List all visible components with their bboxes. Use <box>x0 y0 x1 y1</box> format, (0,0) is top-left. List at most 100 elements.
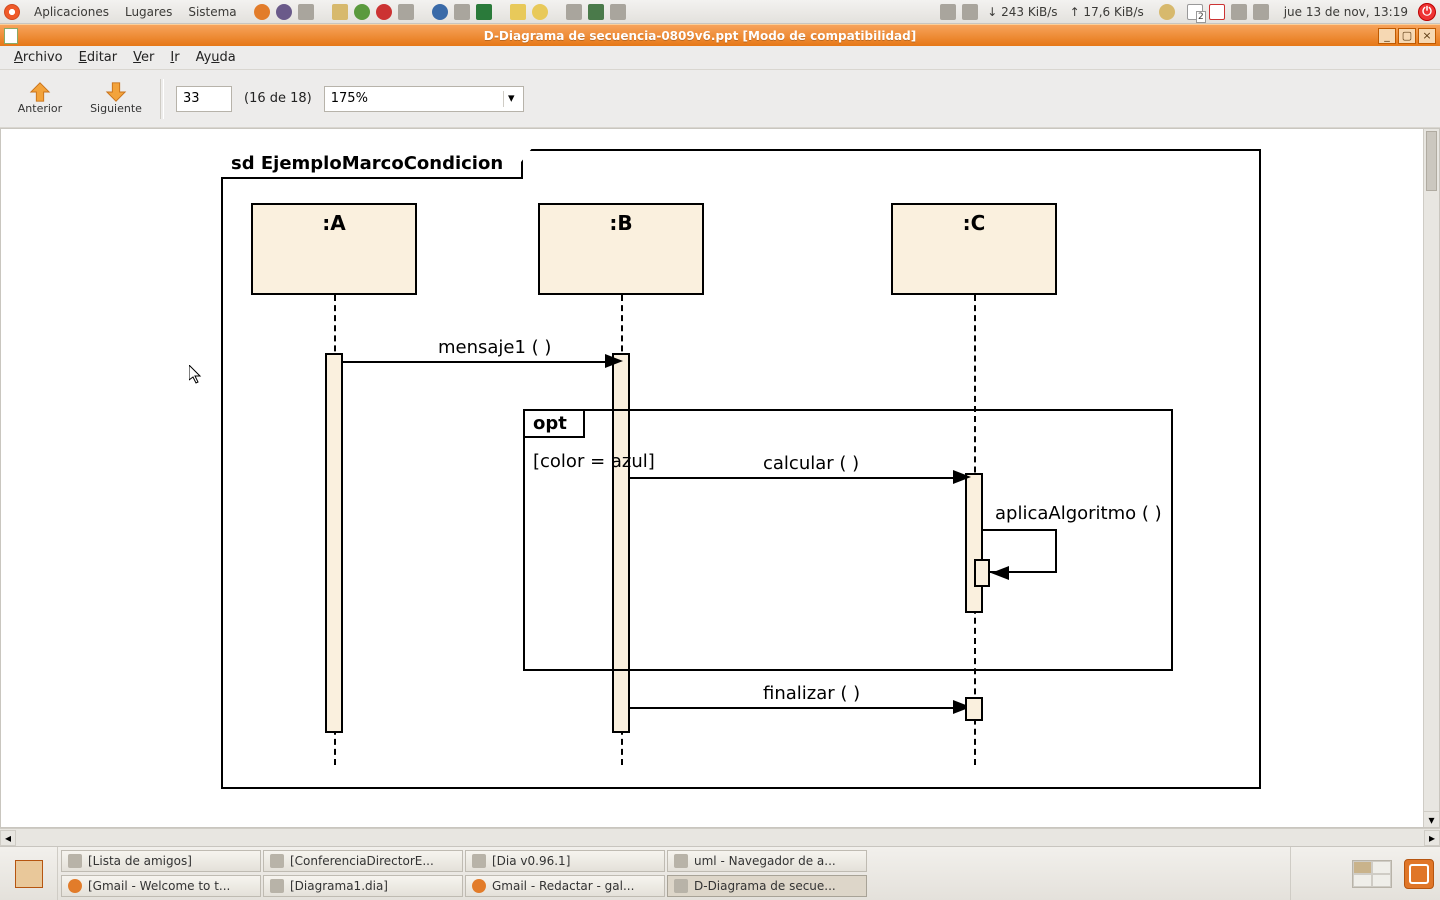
task-conferencia[interactable]: [ConferenciaDirectorE... <box>263 850 463 872</box>
calendar-icon[interactable] <box>398 4 414 20</box>
clock-label[interactable]: jue 13 de nov, 13:19 <box>1284 5 1408 19</box>
arrow-calcular <box>630 477 960 479</box>
firefox-icon <box>68 879 82 893</box>
workspace-switcher[interactable] <box>1352 860 1392 888</box>
taskbar: [Lista de amigos] [ConferenciaDirectorE.… <box>58 847 1290 900</box>
cpu-icon[interactable] <box>566 4 582 20</box>
screen-icon[interactable] <box>1231 4 1247 20</box>
minimize-button[interactable]: _ <box>1378 28 1396 44</box>
frame-label: sd EjemploMarcoCondicion <box>221 149 523 179</box>
system-menu[interactable]: Sistema <box>180 5 244 19</box>
menu-editar[interactable]: Editar <box>71 50 126 65</box>
scroll-right-icon[interactable]: ▸ <box>1424 830 1440 846</box>
volume-icon[interactable] <box>1253 4 1269 20</box>
prev-label: Anterior <box>18 102 62 115</box>
net-up-label: ↑ 17,6 KiB/s <box>1070 5 1144 19</box>
mail-icon[interactable]: 2 <box>1187 4 1203 20</box>
lifeline-c: :C <box>891 203 1057 295</box>
note-icon[interactable] <box>510 4 526 20</box>
power-icon[interactable]: ⏻ <box>1418 3 1436 21</box>
zoom-select[interactable]: 175% ▾ <box>324 86 524 112</box>
gnome-top-panel: Aplicaciones Lugares Sistema ↓ 243 KiB/s… <box>0 0 1440 24</box>
disk-icon[interactable] <box>610 4 626 20</box>
menu-ayuda[interactable]: Ayuda <box>188 50 244 65</box>
prev-button[interactable]: Anterior <box>8 82 72 115</box>
menu-ver[interactable]: Ver <box>125 50 162 65</box>
lifeline-b: :B <box>538 203 704 295</box>
label-mensaje1: mensaje1 ( ) <box>438 337 551 358</box>
label-aplica: aplicaAlgoritmo ( ) <box>995 503 1162 524</box>
lifeline-a: :A <box>251 203 417 295</box>
dia-icon <box>270 879 284 893</box>
trash-icon[interactable] <box>1404 859 1434 889</box>
chevron-down-icon: ▾ <box>503 91 519 107</box>
arrowhead-calcular <box>953 470 971 484</box>
toolbar-separator <box>160 79 164 119</box>
nav-toolbar: Anterior Siguiente (16 de 18) 175% ▾ <box>0 70 1440 128</box>
opt-label: opt <box>523 409 585 438</box>
browser-icon[interactable] <box>432 4 448 20</box>
next-label: Siguiente <box>90 102 142 115</box>
activation-c-nested <box>974 559 990 587</box>
presentation-icon <box>674 879 688 893</box>
clock-applet-icon[interactable] <box>532 4 548 20</box>
arrow-finalizar <box>630 707 960 709</box>
page-number-input[interactable] <box>176 86 232 112</box>
arrowhead-self <box>991 566 1009 580</box>
document-canvas[interactable]: ▾ sd EjemploMarcoCondicion :A :B :C mens… <box>0 128 1440 828</box>
task-lista-amigos[interactable]: [Lista de amigos] <box>61 850 261 872</box>
close-button[interactable]: × <box>1418 28 1436 44</box>
sequence-diagram-frame: sd EjemploMarcoCondicion :A :B :C mensaj… <box>221 149 1261 789</box>
app-menubar: Archivo Editar Ver Ir Ayuda <box>0 46 1440 70</box>
firefox-icon <box>472 879 486 893</box>
mem-icon[interactable] <box>588 4 604 20</box>
label-calcular: calcular ( ) <box>763 453 859 474</box>
menu-archivo[interactable]: Archivo <box>6 50 71 65</box>
zoom-value: 175% <box>331 91 368 106</box>
globe-icon[interactable] <box>354 4 370 20</box>
show-desktop-button[interactable] <box>0 847 58 900</box>
task-uml-nav[interactable]: uml - Navegador de a... <box>667 850 867 872</box>
places-menu[interactable]: Lugares <box>117 5 180 19</box>
task-gmail-welcome[interactable]: [Gmail - Welcome to t... <box>61 875 261 897</box>
dia-icon <box>472 854 486 868</box>
task-diagrama1[interactable]: [Diagrama1.dia] <box>263 875 463 897</box>
help-icon[interactable] <box>298 4 314 20</box>
task-dia[interactable]: [Dia v0.96.1] <box>465 850 665 872</box>
update-icon[interactable] <box>962 4 978 20</box>
label-finalizar: finalizar ( ) <box>763 683 860 704</box>
ubuntu-logo-icon[interactable] <box>4 4 20 20</box>
vertical-scrollbar[interactable]: ▾ <box>1423 129 1439 827</box>
alert-icon[interactable] <box>1209 4 1225 20</box>
folder-icon <box>674 854 688 868</box>
document-icon <box>270 854 284 868</box>
pidgin-icon <box>68 854 82 868</box>
activation-a <box>325 353 343 733</box>
arrow-up-icon <box>28 82 52 102</box>
next-button[interactable]: Siguiente <box>84 82 148 115</box>
m-icon[interactable] <box>376 4 392 20</box>
apps-menu[interactable]: Aplicaciones <box>26 5 117 19</box>
task-d-diagrama[interactable]: D-Diagrama de secue... <box>667 875 867 897</box>
bottom-tray <box>1290 847 1440 900</box>
applet-icon[interactable] <box>332 4 348 20</box>
window-titlebar[interactable]: D-Diagrama de secuencia-0809v6.ppt [Modo… <box>0 24 1440 46</box>
firefox-icon[interactable] <box>254 4 270 20</box>
printer-icon[interactable] <box>940 4 956 20</box>
vbox-icon[interactable] <box>476 4 492 20</box>
scroll-left-icon[interactable]: ◂ <box>0 830 16 846</box>
weather-icon[interactable] <box>1159 4 1175 20</box>
scroll-thumb[interactable] <box>1426 131 1437 191</box>
opt-frame: opt <box>523 409 1173 671</box>
horizontal-scrollbar[interactable]: ◂ ▸ <box>0 828 1440 846</box>
gnome-bottom-panel: [Lista de amigos] [ConferenciaDirectorE.… <box>0 846 1440 900</box>
task-gmail-redactar[interactable]: Gmail - Redactar - gal... <box>465 875 665 897</box>
scroll-down-icon[interactable]: ▾ <box>1424 811 1439 827</box>
mouse-cursor-icon <box>189 365 203 385</box>
menu-ir[interactable]: Ir <box>162 50 187 65</box>
pidgin-icon[interactable] <box>276 4 292 20</box>
music-icon[interactable] <box>454 4 470 20</box>
hscroll-track[interactable] <box>32 830 1408 846</box>
maximize-button[interactable]: ▢ <box>1398 28 1416 44</box>
arrow-down-icon <box>104 82 128 102</box>
